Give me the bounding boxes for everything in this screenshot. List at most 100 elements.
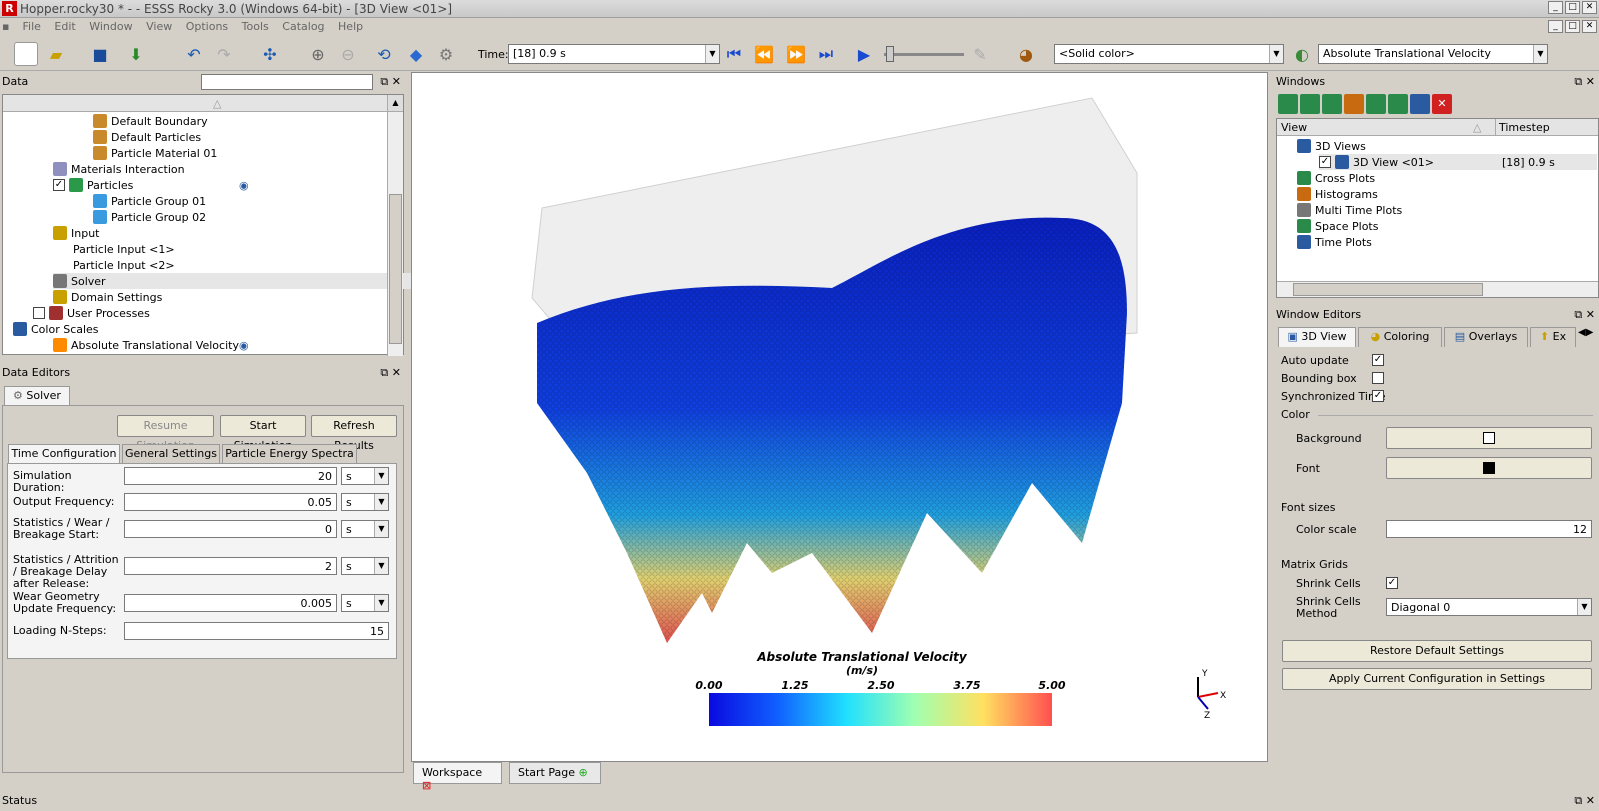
unit-select[interactable]: s ▼ — [341, 520, 389, 538]
tree-item[interactable]: Default Boundary — [93, 113, 208, 129]
tab-particle-energy-spectra[interactable]: Particle Energy Spectra — [222, 444, 357, 464]
tab-general-settings[interactable]: General Settings — [122, 444, 220, 464]
tab-coloring[interactable]: ◕ Coloring — [1358, 327, 1442, 347]
window-item[interactable]: Cross Plots — [1297, 170, 1375, 186]
col-timestep[interactable]: Timestep — [1499, 121, 1550, 134]
resume-simulation-button[interactable]: Resume Simulation — [117, 415, 214, 452]
settings-icon[interactable]: ⚙ — [434, 42, 458, 66]
edit-icon[interactable] — [1410, 94, 1430, 114]
tree-item[interactable]: Particle Group 01 — [93, 193, 206, 209]
panel-controls[interactable]: ⧉ ✕ — [1574, 75, 1595, 89]
bounding-box-checkbox[interactable] — [1372, 372, 1384, 384]
sort-icon[interactable]: △ — [1473, 121, 1481, 134]
zoom-out-icon[interactable]: ⊖ — [336, 42, 360, 66]
record-icon[interactable]: ✎ — [968, 42, 992, 66]
data-search-input[interactable] — [201, 74, 373, 90]
window-item[interactable]: Histograms — [1297, 186, 1378, 202]
menu-view[interactable]: View — [141, 18, 177, 35]
step-forward-icon[interactable]: ⏩ — [784, 42, 808, 66]
step-back-icon[interactable]: ⏪ — [752, 42, 776, 66]
add-histogram-icon[interactable] — [1322, 94, 1342, 114]
doc-minimize-button[interactable]: _ — [1548, 20, 1563, 33]
unit-select[interactable]: s ▼ — [341, 557, 389, 575]
view-visible-checkbox[interactable]: ✓ — [1319, 156, 1331, 168]
first-frame-icon[interactable]: ⏮ — [722, 42, 746, 66]
tree-item[interactable]: Particle Input <2> — [73, 257, 175, 273]
restore-defaults-button[interactable]: Restore Default Settings — [1282, 640, 1592, 662]
eye-icon[interactable]: ◉ — [239, 339, 249, 352]
menu-catalog[interactable]: Catalog — [277, 18, 329, 35]
import-icon[interactable]: ⬇ — [124, 42, 148, 66]
tree-item[interactable]: Absolute Translational Velocity ◉ — [53, 337, 249, 353]
tab-start-page[interactable]: Start Page ⊕ — [509, 762, 601, 784]
window-item[interactable]: 3D Views — [1297, 138, 1366, 154]
field-input[interactable]: 20 — [124, 467, 337, 485]
3d-viewport[interactable]: Absolute Translational Velocity (m/s) 0.… — [411, 72, 1268, 762]
add-3d-view-icon[interactable] — [1278, 94, 1298, 114]
tree-item[interactable]: Input — [53, 225, 99, 241]
tree-item[interactable]: Materials Interaction — [53, 161, 185, 177]
new-file-icon[interactable] — [14, 42, 38, 66]
shrink-method-select[interactable]: Diagonal 0 ▼ — [1386, 598, 1592, 616]
visibility-checkbox[interactable] — [33, 307, 45, 319]
unit-select[interactable]: s ▼ — [341, 467, 389, 485]
panel-controls[interactable]: ⧉ ✕ — [380, 366, 401, 380]
visibility-checkbox[interactable]: ✓ — [53, 179, 65, 191]
field-input[interactable]: 0 — [124, 520, 337, 538]
tab-workspace[interactable]: Workspace ⊠ — [413, 762, 502, 792]
menu-help[interactable]: Help — [333, 18, 368, 35]
col-view[interactable]: View — [1281, 121, 1307, 134]
window-item[interactable]: ✓ 3D View <01> [18] 0.9 s — [1319, 154, 1597, 170]
tree-item[interactable]: Particle Material 01 — [93, 145, 217, 161]
add-cross-plot-icon[interactable] — [1300, 94, 1320, 114]
slider-handle[interactable] — [886, 46, 894, 62]
start-simulation-button[interactable]: Start Simulation — [220, 415, 306, 452]
tree-item[interactable]: Default Particles — [93, 129, 201, 145]
maximize-button[interactable]: □ — [1565, 1, 1580, 14]
tree-item[interactable]: Particle Input <1> — [73, 241, 175, 257]
delete-icon[interactable]: ✕ — [1432, 94, 1452, 114]
add-space-plot-icon[interactable] — [1366, 94, 1386, 114]
redo-icon[interactable]: ↷ — [212, 42, 236, 66]
fit-view-icon[interactable]: ✣ — [258, 42, 282, 66]
window-item[interactable]: Multi Time Plots — [1297, 202, 1402, 218]
panel-controls[interactable]: ⧉ ✕ — [1574, 308, 1595, 322]
play-icon[interactable]: ▶ — [852, 42, 876, 66]
rotate-icon[interactable]: ⟲ — [372, 42, 396, 66]
tab-solver[interactable]: ⚙ Solver — [4, 386, 70, 406]
open-folder-icon[interactable]: ▰ — [44, 42, 68, 66]
eye-icon[interactable]: ◉ — [239, 179, 249, 192]
refresh-results-button[interactable]: Refresh Results — [311, 415, 397, 452]
time-slider[interactable] — [884, 53, 964, 56]
font-color-button[interactable] — [1386, 457, 1592, 479]
tree-item[interactable]: ✓ Particles ◉ — [53, 177, 249, 193]
synchronized-time-checkbox[interactable]: ✓ — [1372, 390, 1384, 402]
background-color-button[interactable] — [1386, 427, 1592, 449]
zoom-in-icon[interactable]: ⊕ — [306, 42, 330, 66]
tree-item[interactable]: Domain Settings — [53, 289, 162, 305]
auto-update-checkbox[interactable]: ✓ — [1372, 354, 1384, 366]
doc-close-button[interactable]: ✕ — [1582, 20, 1597, 33]
tab-overlays[interactable]: ▤ Overlays — [1444, 327, 1528, 347]
windows-hscrollbar[interactable] — [1277, 281, 1598, 297]
scroll-up-icon[interactable]: ▲ — [387, 95, 403, 111]
tab-scroll-icon[interactable]: ◀▶ — [1578, 327, 1593, 338]
tree-item[interactable]: User Processes — [33, 305, 150, 321]
close-button[interactable]: ✕ — [1582, 1, 1597, 14]
field-input[interactable]: 0.005 — [124, 594, 337, 612]
cube-view-icon[interactable]: ◆ — [404, 42, 428, 66]
panel-controls[interactable]: ⧉ ✕ — [1574, 794, 1595, 808]
close-icon[interactable]: ⊠ — [422, 779, 431, 792]
tree-scrollbar[interactable] — [387, 112, 403, 356]
apply-settings-button[interactable]: Apply Current Configuration in Settings — [1282, 668, 1592, 690]
color-scale-spinbox[interactable]: 12 — [1386, 520, 1592, 538]
menu-edit[interactable]: Edit — [49, 18, 80, 35]
doc-restore-button[interactable]: □ — [1565, 20, 1580, 33]
palette-icon[interactable]: ◕ — [1014, 42, 1038, 66]
minimize-button[interactable]: _ — [1548, 1, 1563, 14]
tab-time-configuration[interactable]: Time Configuration — [8, 444, 120, 464]
shrink-cells-checkbox[interactable]: ✓ — [1386, 577, 1398, 589]
menu-file[interactable]: File — [18, 18, 46, 35]
undo-icon[interactable]: ↶ — [182, 42, 206, 66]
menu-window[interactable]: Window — [84, 18, 137, 35]
